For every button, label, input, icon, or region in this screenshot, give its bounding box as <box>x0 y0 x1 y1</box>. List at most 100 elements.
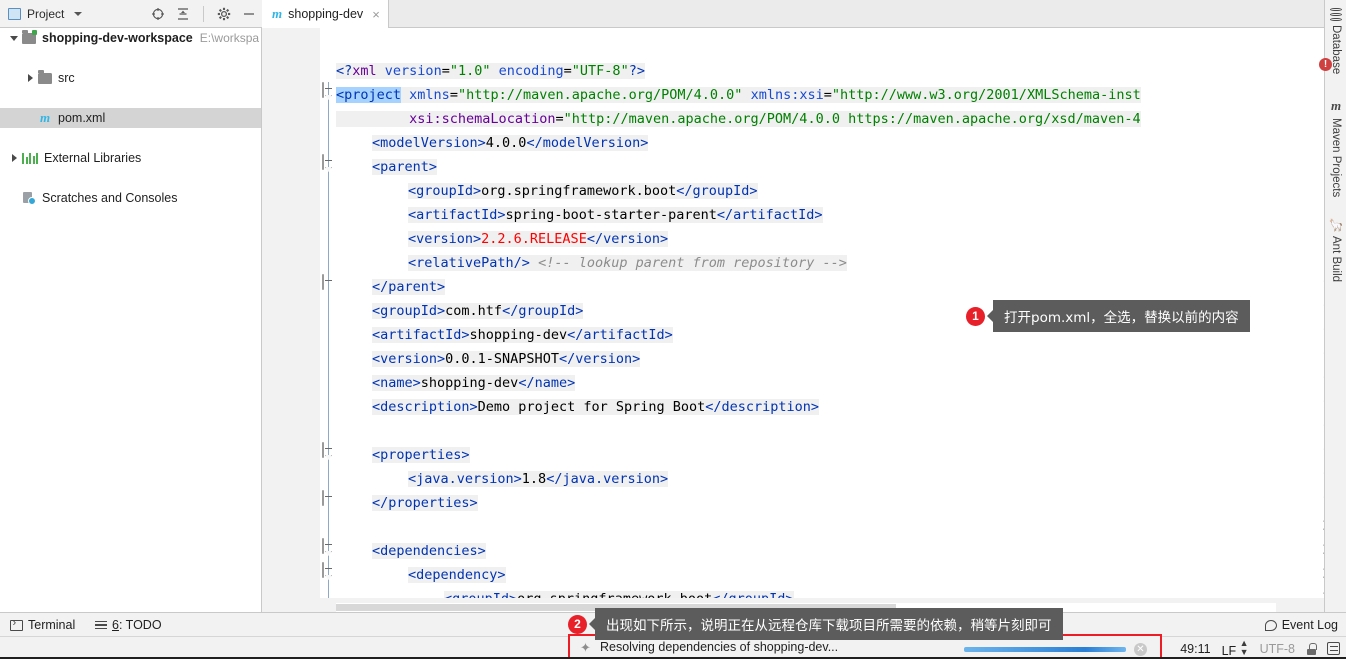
code-token <box>336 111 410 127</box>
code-line: <artifactId>shopping-dev</artifactId> <box>372 323 673 347</box>
cancel-task-icon[interactable]: ✕ <box>1134 643 1147 656</box>
intellij-idea-window: Project m shopping-dev × shopping-dev-wo… <box>0 0 1346 659</box>
code-token: xml <box>352 63 377 79</box>
code-token: </version> <box>586 231 669 247</box>
progress-bar <box>964 647 1126 652</box>
code-token: Demo project for Spring Boot <box>477 399 706 415</box>
expand-arrow-down-icon[interactable] <box>6 35 22 41</box>
gutter-edge <box>320 28 328 612</box>
folder-icon <box>38 70 52 84</box>
workspace-path: E:\workspa <box>199 31 260 45</box>
tree-item-pom-xml[interactable]: m pom.xml <box>0 108 261 128</box>
ant-icon: 🦙 <box>1328 218 1344 232</box>
tree-item-src[interactable]: src <box>0 68 261 88</box>
target-icon[interactable] <box>151 7 165 21</box>
code-token: </artifactId> <box>567 327 673 343</box>
bottom-tab-label: : TODO <box>118 618 162 632</box>
code-line: <parent> <box>372 155 438 179</box>
expand-arrow-right-icon[interactable] <box>22 74 38 82</box>
fold-marker-parent[interactable] <box>322 154 335 172</box>
code-token: = <box>441 63 450 79</box>
fold-marker-dependency[interactable] <box>322 562 335 580</box>
fold-marker-parent-end[interactable] <box>322 274 335 290</box>
code-token: <parent> <box>372 159 438 175</box>
code-line: <groupId>com.htf</groupId> <box>372 299 584 323</box>
code-token <box>401 87 410 103</box>
editor-gutter[interactable] <box>262 28 320 612</box>
bottom-tab-todo[interactable]: 6: TODO <box>95 613 162 637</box>
code-token: com.htf <box>445 303 503 319</box>
chevron-down-icon[interactable] <box>74 11 83 16</box>
collapse-all-icon[interactable] <box>176 7 190 21</box>
project-panel-title[interactable]: Project <box>0 6 83 21</box>
code-token: "1.0" <box>449 63 491 79</box>
code-token: <description> <box>372 399 478 415</box>
inspection-face-icon[interactable] <box>1327 642 1340 655</box>
code-token: </version> <box>558 351 641 367</box>
maven-m-icon: m <box>1330 98 1342 113</box>
code-token: </groupId> <box>502 303 584 319</box>
top-bar: Project m shopping-dev × <box>0 0 1346 28</box>
code-token: org.springframework.boot <box>481 183 677 199</box>
code-line: <dependencies> <box>372 539 486 563</box>
code-token <box>742 87 751 103</box>
code-line: <description>Demo project for Spring Boo… <box>372 395 820 419</box>
code-token: <dependency> <box>408 567 506 583</box>
bottom-tab-terminal[interactable]: Terminal <box>10 613 75 637</box>
code-line: <groupId>org.springframework.boot</group… <box>408 179 758 203</box>
close-icon[interactable]: × <box>372 7 380 22</box>
event-log-button[interactable]: Event Log <box>1264 613 1338 637</box>
line-separator[interactable]: LF ▲ ▼ <box>1222 638 1249 659</box>
code-token: </properties> <box>372 495 478 511</box>
code-token: spring-boot-starter-parent <box>505 207 717 223</box>
sidebar-item-ant-build[interactable]: 🦙 Ant Build <box>1325 218 1346 282</box>
fold-marker-properties-end[interactable] <box>322 490 335 506</box>
right-tool-sidebar: Database m Maven Projects 🦙 Ant Build <box>1324 0 1346 612</box>
code-token: <version> <box>372 351 446 367</box>
code-token: </description> <box>705 399 820 415</box>
expand-arrow-right-icon[interactable] <box>6 154 22 162</box>
status-bar-right: 49:11 LF ▲ ▼ UTF-8 <box>1180 637 1340 659</box>
maven-m-icon: m <box>39 110 51 125</box>
code-token: <artifactId> <box>408 207 506 223</box>
code-token: <groupId> <box>408 183 482 199</box>
maven-m-icon: m <box>272 6 283 21</box>
caret-position[interactable]: 49:11 <box>1180 642 1210 656</box>
code-token: version <box>384 63 442 79</box>
code-token: <modelVersion> <box>372 135 486 151</box>
code-token: "UTF-8" <box>571 63 629 79</box>
code-token: <java.version> <box>408 471 522 487</box>
bottom-tab-label: Terminal <box>28 618 76 632</box>
code-token <box>529 255 539 271</box>
file-encoding[interactable]: UTF-8 <box>1260 642 1295 656</box>
code-token: 0.0.1-SNAPSHOT <box>445 351 559 367</box>
editor-tab-strip: m shopping-dev × <box>262 0 1346 28</box>
code-token: 1.8 <box>521 471 547 487</box>
lock-icon[interactable] <box>1306 642 1317 655</box>
tab-shopping-dev[interactable]: m shopping-dev × <box>262 0 389 28</box>
tree-item-scratches[interactable]: Scratches and Consoles <box>0 188 261 208</box>
tree-item-workspace[interactable]: shopping-dev-workspace E:\workspa <box>0 28 261 48</box>
code-token <box>490 63 499 79</box>
code-line: <modelVersion>4.0.0</modelVersion> <box>372 131 649 155</box>
fold-marker-project[interactable] <box>322 82 335 100</box>
error-indicator-badge[interactable]: ! <box>1319 58 1332 71</box>
code-token: 2.2.6.RELEASE <box>481 231 587 247</box>
chevron-updown-icon: ▲ ▼ <box>1239 638 1249 657</box>
callout-2: 2 出现如下所示，说明正在从远程仓库下载项目所需要的依赖，稍等片刻即可 <box>568 608 1063 640</box>
progress-text: Resolving dependencies of shopping-dev..… <box>600 640 839 654</box>
code-token: = <box>555 111 564 127</box>
code-line: <relativePath/> <!-- lookup parent from … <box>408 251 847 275</box>
code-token: </artifactId> <box>716 207 823 223</box>
fold-marker-properties[interactable] <box>322 442 335 460</box>
code-token <box>376 63 385 79</box>
fold-marker-dependencies[interactable] <box>322 538 335 556</box>
settings-gear-icon[interactable] <box>217 7 231 21</box>
code-token: xmlns:xsi <box>750 87 824 103</box>
code-token: </parent> <box>372 279 446 295</box>
minimize-icon[interactable] <box>242 7 256 21</box>
toolbar-divider <box>203 6 204 22</box>
sidebar-item-maven-projects[interactable]: m Maven Projects <box>1325 98 1346 197</box>
project-panel-title-label: Project <box>27 6 65 21</box>
tree-item-external-libraries[interactable]: External Libraries <box>0 148 261 168</box>
